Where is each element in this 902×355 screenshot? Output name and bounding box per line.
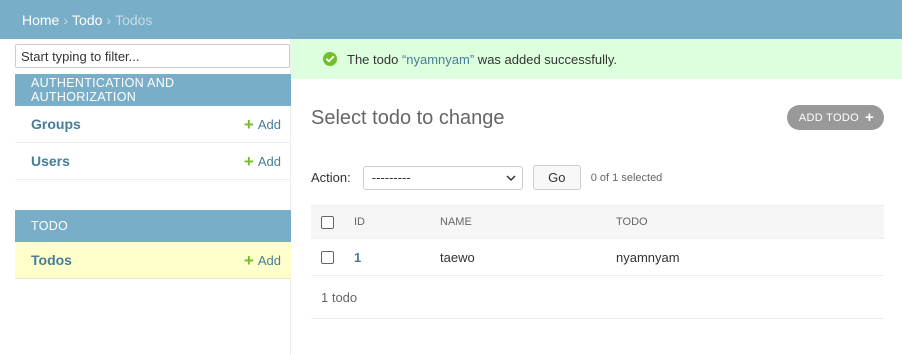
breadcrumb-home[interactable]: Home (22, 12, 59, 28)
sidebar-item-todos: Todos + Add (15, 242, 291, 279)
row-todo-cell: nyamnyam (616, 249, 680, 265)
column-header-todo[interactable]: TODO (616, 216, 884, 228)
module-caption-todo[interactable]: TODO (15, 210, 291, 242)
row-select-cell (311, 250, 344, 264)
success-message: The todo “nyamnyam” was added successful… (291, 39, 902, 79)
select-all-checkbox[interactable] (321, 215, 334, 229)
sidebar-item-groups-link[interactable]: Groups (31, 116, 81, 132)
action-select[interactable]: --------- (362, 165, 523, 190)
add-label: Add (257, 252, 281, 268)
plus-icon: + (243, 114, 254, 134)
add-label: Add (257, 153, 281, 169)
sidebar-filter-input[interactable] (15, 44, 290, 68)
breadcrumb-separator: › (106, 11, 112, 28)
plus-icon: + (243, 250, 254, 270)
page-title: Select todo to change (311, 107, 505, 129)
sidebar-item-todos-link[interactable]: Todos (31, 252, 72, 268)
table-header: ID NAME TODO (311, 205, 884, 239)
add-todo-label: ADD TODO (798, 111, 859, 124)
action-label: Action: (311, 170, 351, 185)
add-todos-link[interactable]: + Add (244, 252, 281, 269)
selection-counter: 0 of 1 selected (590, 171, 663, 184)
sidebar: AUTHENTICATION AND AUTHORIZATION Groups … (0, 39, 291, 355)
column-header-id[interactable]: ID (344, 216, 440, 228)
result-list: ID NAME TODO 1 taewo nyamnyam 1 todo (311, 205, 884, 319)
row-id-cell: 1 (344, 250, 440, 265)
table-row: 1 taewo nyamnyam (311, 239, 884, 276)
add-todo-button[interactable]: ADD TODO + (786, 105, 884, 130)
paginator: 1 todo (311, 276, 884, 319)
column-header-name[interactable]: NAME (440, 216, 616, 228)
select-all-cell (311, 215, 344, 229)
row-id-link[interactable]: 1 (354, 250, 361, 265)
add-label: Add (257, 116, 281, 132)
breadcrumb-separator: › (63, 11, 69, 28)
chevron-down-icon (506, 174, 516, 181)
go-button[interactable]: Go (532, 165, 581, 190)
sidebar-item-users: Users + Add (15, 143, 291, 180)
add-users-link[interactable]: + Add (244, 153, 281, 170)
module-todo: TODO Todos + Add (15, 210, 291, 279)
module-auth: AUTHENTICATION AND AUTHORIZATION Groups … (15, 74, 291, 180)
action-select-value: --------- (371, 170, 411, 185)
check-circle-icon (323, 52, 337, 66)
breadcrumb-app[interactable]: Todo (72, 12, 102, 28)
message-prefix: The todo (347, 51, 402, 67)
row-name-cell: taewo (440, 249, 475, 265)
add-groups-link[interactable]: + Add (244, 116, 281, 133)
plus-icon: + (864, 109, 874, 126)
message-suffix: was added successfully. (474, 51, 618, 67)
plus-icon: + (243, 151, 254, 171)
sidebar-item-groups: Groups + Add (15, 106, 291, 143)
breadcrumb: Home › Todo › Todos (0, 0, 902, 39)
row-select-checkbox[interactable] (321, 250, 334, 264)
message-object-link[interactable]: “nyamnyam” (402, 52, 474, 67)
main-content: The todo “nyamnyam” was added successful… (291, 39, 902, 355)
breadcrumb-current: Todos (115, 11, 153, 28)
module-caption-auth[interactable]: AUTHENTICATION AND AUTHORIZATION (15, 74, 291, 106)
action-bar: Action: --------- Go 0 of 1 selected (311, 165, 662, 190)
sidebar-item-users-link[interactable]: Users (31, 153, 70, 169)
